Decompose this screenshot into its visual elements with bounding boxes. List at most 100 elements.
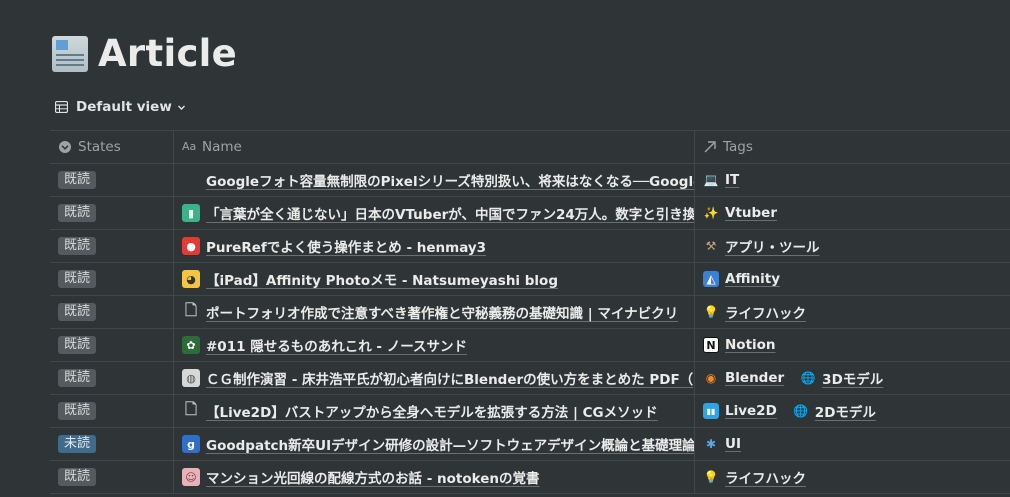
tag-link[interactable]: ◭ Affinity: [703, 271, 780, 287]
table-row[interactable]: 既読 🗋 【Live2D】バストアップから全身へモデルを拡張する方法 | CGメソッ…: [50, 395, 1010, 428]
cell-name[interactable]: 🗋 【Live2D】バストアップから全身へモデルを拡張する方法 | CGメソッド: [174, 395, 695, 427]
tag-link[interactable]: ◉ Blender: [703, 370, 784, 386]
tag-label: UI: [725, 436, 741, 452]
table-row[interactable]: 既読 Googleフォト容量無制限のPixelシリーズ特別扱い、将来はなくなる──…: [50, 164, 1010, 197]
column-header-states[interactable]: States: [50, 131, 174, 163]
cell-tags[interactable]: ✱ UI: [695, 428, 1010, 460]
article-title-link[interactable]: 「言葉が全く通じない」日本のVTuberが、中国でファン24万人。数字と引き換: [206, 203, 694, 223]
article-title-link[interactable]: Goodpatch新卒UIデザイン研修の設計—ソフトウェアデザイン概論と基礎理論: [206, 434, 694, 454]
goodpatch-icon: g: [182, 435, 200, 453]
table-row[interactable]: 既読 ✿ #011 隠せるものあれこれ - ノースサンド N Notion: [50, 329, 1010, 362]
tag-label: IT: [725, 172, 740, 188]
table-row[interactable]: 既読 ▮ 「言葉が全く通じない」日本のVTuberが、中国でファン24万人。数字と引…: [50, 197, 1010, 230]
cell-name[interactable]: ● PureRefでよく使う操作まとめ - henmay3: [174, 230, 695, 262]
cell-tags[interactable]: ◭ Affinity: [695, 263, 1010, 295]
tag-label: Vtuber: [725, 205, 777, 221]
cell-tags[interactable]: N Notion: [695, 329, 1010, 361]
cell-name[interactable]: g Goodpatch新卒UIデザイン研修の設計—ソフトウェアデザイン概論と基礎理…: [174, 428, 695, 460]
cell-tags[interactable]: ▮▮ Live2D 🌐 2Dモデル: [695, 395, 1010, 427]
cell-name[interactable]: 🗋 ポートフォリオ作成で注意すべき著作権と守秘義務の基礎知識 | マイナビクリ: [174, 296, 695, 328]
column-header-name[interactable]: Aa Name: [174, 131, 695, 163]
status-badge: 既読: [58, 468, 97, 486]
cell-state[interactable]: 既読: [50, 461, 174, 493]
cell-tags[interactable]: 💻 IT: [695, 164, 1010, 196]
tag-label: Blender: [725, 370, 785, 386]
sparkles-icon: ✨: [703, 206, 719, 220]
newspaper-icon[interactable]: [52, 35, 88, 72]
status-badge: 既読: [58, 303, 97, 321]
avatar-icon: ☺: [182, 468, 200, 486]
column-label-tags: Tags: [723, 139, 753, 155]
table-row[interactable]: 既読 ☺ マンション光回線の配線方式のお話 - notokenの覚書 💡 ライフハック: [50, 461, 1010, 494]
view-switcher[interactable]: Default view: [55, 99, 186, 115]
tag-label: ライフハック: [725, 471, 806, 487]
affinity-icon: ◭: [703, 271, 719, 287]
article-title-link[interactable]: PureRefでよく使う操作まとめ - henmay3: [206, 236, 486, 256]
cell-tags[interactable]: 💡 ライフハック: [695, 296, 1010, 328]
cell-state[interactable]: 既読: [50, 296, 174, 328]
green-logo-icon: ▮: [182, 204, 200, 222]
status-badge: 既読: [58, 171, 97, 189]
cell-name[interactable]: ✿ #011 隠せるものあれこれ - ノースサンド: [174, 329, 695, 361]
article-title-link[interactable]: #011 隠せるものあれこれ - ノースサンド: [206, 335, 467, 355]
lightbulb-icon: 💡: [703, 470, 719, 484]
tag-link[interactable]: ✱ UI: [703, 436, 741, 452]
tag-link[interactable]: ⚒ アプリ・ツール: [703, 236, 820, 256]
table-header: States Aa Name Tags: [50, 131, 1010, 164]
cell-tags[interactable]: ⚒ アプリ・ツール: [695, 230, 1010, 262]
cell-tags[interactable]: ◉ Blender 🌐 3Dモデル: [695, 362, 1010, 394]
table-row[interactable]: 既読 ◕ 【iPad】Affinity Photoメモ - Natsumeyashi…: [50, 263, 1010, 296]
cell-state[interactable]: 既読: [50, 164, 174, 196]
table-row[interactable]: 既読 🗋 ポートフォリオ作成で注意すべき著作権と守秘義務の基礎知識 | マイナビクリ…: [50, 296, 1010, 329]
table-row[interactable]: 既読 ● PureRefでよく使う操作まとめ - henmay3 ⚒ アプリ・ツール: [50, 230, 1010, 263]
cell-name[interactable]: ◍ ＣＧ制作演習 - 床井浩平氏が初心者向けにBlenderの使い方をまとめた P…: [174, 362, 695, 394]
article-title-link[interactable]: ＣＧ制作演習 - 床井浩平氏が初心者向けにBlenderの使い方をまとめた PD…: [206, 368, 693, 388]
status-badge: 既読: [58, 204, 97, 222]
table-row[interactable]: 未読 g Goodpatch新卒UIデザイン研修の設計—ソフトウェアデザイン概論と基…: [50, 428, 1010, 461]
tag-link[interactable]: 💡 ライフハック: [703, 302, 806, 322]
leaf-icon: ✿: [182, 336, 200, 354]
relation-arrow-icon: [704, 141, 716, 153]
article-title-link[interactable]: ポートフォリオ作成で注意すべき著作権と守秘義務の基礎知識 | マイナビクリ: [206, 302, 678, 322]
tag-link[interactable]: 💡 ライフハック: [703, 467, 806, 487]
blender-icon: ◉: [705, 371, 717, 385]
tag-link[interactable]: ✨ Vtuber: [703, 205, 777, 221]
cell-state[interactable]: 既読: [50, 395, 174, 427]
tag-link[interactable]: ▮▮ Live2D: [703, 403, 777, 419]
article-title-link[interactable]: 【Live2D】バストアップから全身へモデルを拡張する方法 | CGメソッド: [206, 401, 658, 421]
cell-state[interactable]: 既読: [50, 329, 174, 361]
cell-state[interactable]: 既読: [50, 197, 174, 229]
tag-link[interactable]: 💻 IT: [703, 172, 740, 188]
column-label-states: States: [78, 139, 121, 155]
tag-label: アプリ・ツール: [725, 240, 820, 256]
database-table: States Aa Name Tags 既読 Googleフォト容量無制限のPix…: [50, 130, 1010, 494]
status-badge: 既読: [58, 402, 97, 420]
tag-link[interactable]: 🌐 2Dモデル: [793, 401, 876, 421]
cell-state[interactable]: 既読: [50, 263, 174, 295]
article-title-link[interactable]: Googleフォト容量無制限のPixelシリーズ特別扱い、将来はなくなる──Go…: [206, 170, 694, 190]
cat-icon: ◕: [182, 270, 200, 288]
cell-tags[interactable]: ✨ Vtuber: [695, 197, 1010, 229]
laptop-icon: 💻: [703, 173, 719, 187]
cell-name[interactable]: ◕ 【iPad】Affinity Photoメモ - Natsumeyashi b…: [174, 263, 695, 295]
cell-state[interactable]: 既読: [50, 362, 174, 394]
tag-link[interactable]: N Notion: [703, 337, 776, 353]
cell-tags[interactable]: 💡 ライフハック: [695, 461, 1010, 493]
cell-state[interactable]: 未読: [50, 428, 174, 460]
page-title[interactable]: Article: [98, 32, 237, 75]
document-icon: 🗋: [184, 399, 198, 418]
cell-name[interactable]: ☺ マンション光回線の配線方式のお話 - notokenの覚書: [174, 461, 695, 493]
puzzle-icon: ✱: [705, 437, 717, 451]
cell-state[interactable]: 既読: [50, 230, 174, 262]
globe-icon: 🌐: [793, 404, 809, 418]
cell-name[interactable]: ▮ 「言葉が全く通じない」日本のVTuberが、中国でファン24万人。数字と引き換: [174, 197, 695, 229]
article-title-link[interactable]: 【iPad】Affinity Photoメモ - Natsumeyashi bl…: [206, 269, 558, 289]
tag-link[interactable]: 🌐 3Dモデル: [800, 368, 884, 388]
table-row[interactable]: 既読 ◍ ＣＧ制作演習 - 床井浩平氏が初心者向けにBlenderの使い方をまとめた…: [50, 362, 1010, 395]
cell-name[interactable]: Googleフォト容量無制限のPixelシリーズ特別扱い、将来はなくなる──Go…: [174, 164, 695, 196]
column-header-tags[interactable]: Tags: [695, 131, 1010, 163]
status-badge: 既読: [58, 336, 97, 354]
status-badge: 既読: [58, 237, 97, 255]
article-title-link[interactable]: マンション光回線の配線方式のお話 - notokenの覚書: [206, 467, 540, 487]
text-property-icon: Aa: [182, 140, 197, 153]
